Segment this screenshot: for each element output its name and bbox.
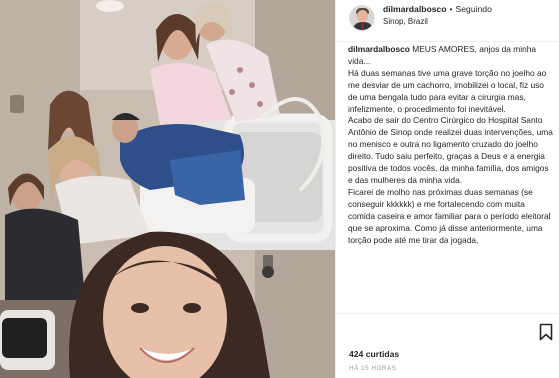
caption-line: Acabo de sair do Centro Cirúrgico do Hos… [348,115,553,185]
post-side-panel: dilmardalbosco • Seguindo Sinop, Brazil … [335,0,559,378]
caption-username[interactable]: dilmardalbosco [348,44,410,54]
post-timestamp[interactable]: HÁ 15 HORAS [349,365,397,372]
header-info: dilmardalbosco • Seguindo Sinop, Brazil [383,5,492,26]
avatar[interactable] [349,5,375,31]
post-location[interactable]: Sinop, Brazil [383,17,492,26]
post-header: dilmardalbosco • Seguindo Sinop, Brazil [336,0,559,42]
bookmark-icon[interactable] [539,323,553,341]
post-footer: 424 curtidas HÁ 15 HORAS [336,313,559,378]
post-photo[interactable] [0,0,335,378]
following-button[interactable]: Seguindo [456,5,492,14]
caption-line: Ficarei de molho nas próximas duas seman… [348,186,551,245]
post-caption: dilmardalbosco MEUS AMORES, anjos da min… [348,44,553,246]
likes-count[interactable]: 424 curtidas [349,349,399,359]
author-username[interactable]: dilmardalbosco [383,5,447,14]
caption-line: Há duas semanas tive uma grave torção no… [348,67,547,114]
instagram-post: dilmardalbosco • Seguindo Sinop, Brazil … [0,0,559,378]
hospital-selfie-image [0,0,335,378]
separator-dot: • [449,4,453,14]
